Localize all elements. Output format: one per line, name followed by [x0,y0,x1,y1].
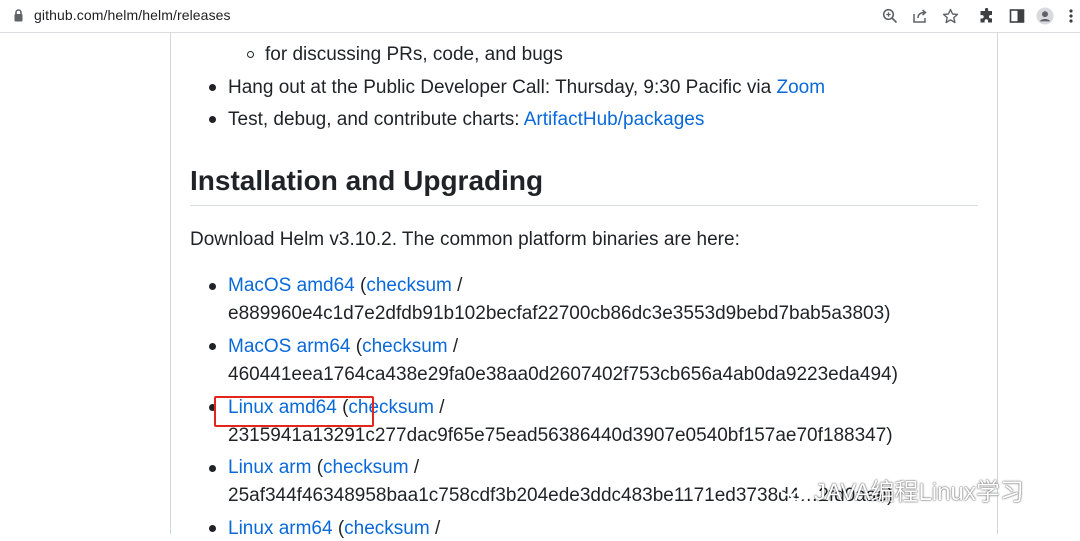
bullet-icon [209,84,216,91]
linux-arm64-link[interactable]: Linux arm64 [228,518,333,539]
annotation-highlight-box [214,396,374,427]
binary-item-macos-arm64: MacOS arm64 (checksum / [228,335,458,359]
bullet-icon [209,343,216,350]
developer-call-text: Hang out at the Public Developer Call: T… [228,77,772,98]
binary-item-linux-arm: Linux arm (checksum / [228,456,419,480]
slash: / [452,336,459,357]
address-bar[interactable]: github.com/helm/helm/releases [0,0,1080,33]
bullet-icon [209,116,216,123]
artifacthub-link[interactable]: ArtifactHub/packages [524,109,705,130]
side-panel-icon[interactable] [1008,7,1026,25]
slash: / [439,397,445,418]
charts-text: Test, debug, and contribute charts: [228,109,520,130]
linux-arm-link[interactable]: Linux arm [228,457,311,478]
zoom-icon[interactable] [881,7,899,25]
charts-item: Test, debug, and contribute charts: Arti… [228,108,704,132]
macos-arm64-hash: 460441eea1764ca438e29fa0e38aa0d2607402f7… [228,364,898,385]
macos-amd64-link[interactable]: MacOS amd64 [228,275,355,296]
watermark-text: JAVA编程Linux学习 [814,479,1024,506]
release-card-right-border [997,32,998,534]
macos-arm64-checksum-link[interactable]: checksum [362,336,448,357]
installation-heading: Installation and Upgrading [190,165,544,196]
bullet-icon [209,283,216,290]
bullet-icon [209,465,216,472]
macos-arm64-link[interactable]: MacOS arm64 [228,336,350,357]
developer-call-item: Hang out at the Public Developer Call: T… [228,76,825,100]
binary-item-macos-amd64: MacOS amd64 (checksum / [228,274,462,298]
community-sub-item: for discussing PRs, code, and bugs [265,44,563,65]
wechat-watermark: JAVA编程Linux学习 [778,472,1024,507]
download-intro: Download Helm v3.10.2. The common platfo… [190,229,740,250]
binary-item-linux-arm64: Linux arm64 (checksum / [228,517,440,541]
macos-amd64-checksum-link[interactable]: checksum [366,275,452,296]
bullet-icon [209,525,216,532]
lock-icon[interactable] [14,9,23,22]
slash: / [434,518,441,539]
slash: / [457,275,463,296]
heading-divider [190,205,978,206]
profile-icon[interactable] [1036,7,1054,25]
linux-arm-checksum-link[interactable]: checksum [323,457,409,478]
share-icon[interactable] [911,7,929,25]
release-card-left-border [170,32,171,534]
linux-amd64-hash: 2315941a13291c277dac9f65e75ead56386440d3… [228,425,893,446]
slash: / [413,457,420,478]
url-text[interactable]: github.com/helm/helm/releases [34,7,231,23]
linux-arm64-checksum-link[interactable]: checksum [344,518,430,539]
zoom-link[interactable]: Zoom [776,77,825,98]
menu-icon[interactable] [1066,7,1076,25]
extensions-icon[interactable] [978,7,996,25]
bookmark-star-icon[interactable] [941,7,959,25]
macos-amd64-hash: e889960e4c1d7e2dfdb91b102becfaf22700cb86… [228,303,891,324]
wechat-icon [778,477,807,500]
sub-bullet-icon [247,51,254,58]
